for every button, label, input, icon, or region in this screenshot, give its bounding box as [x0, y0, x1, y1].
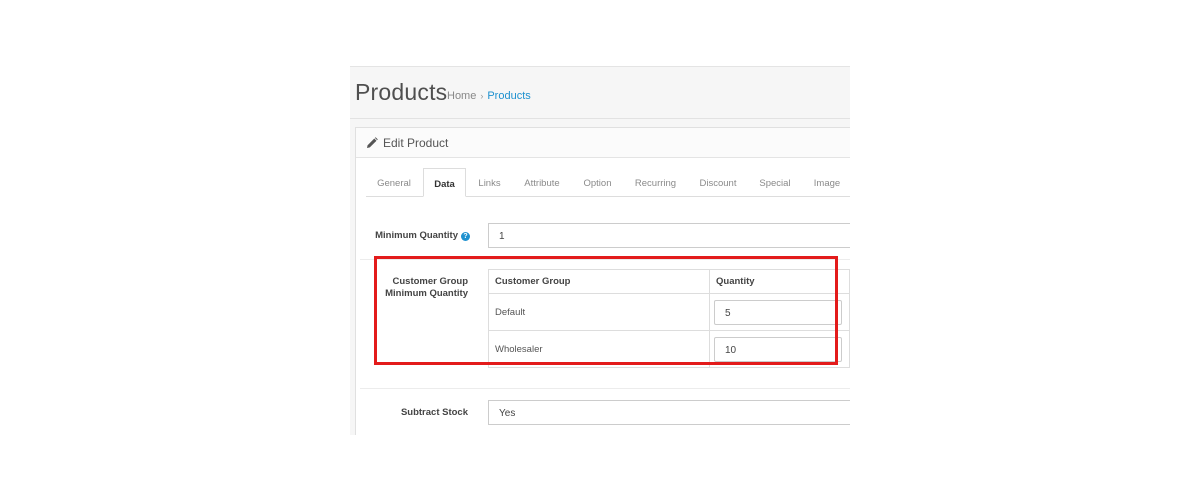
tab-discount[interactable]: Discount [688, 168, 748, 197]
tab-recurring[interactable]: Recurring [624, 168, 687, 197]
minimum-quantity-input[interactable]: 1 [488, 223, 850, 248]
tab-image[interactable]: Image [802, 168, 850, 197]
product-tabs: General Data Links Attribute Option Recu… [366, 168, 850, 197]
tab-data[interactable]: Data [423, 168, 466, 197]
opencart-admin-screenshot: Products Home › Products Edit Product Gene… [350, 66, 850, 435]
tab-links[interactable]: Links [467, 168, 512, 197]
breadcrumb-separator-icon: › [480, 91, 484, 101]
tab-option[interactable]: Option [572, 168, 623, 197]
subtract-stock-select[interactable]: Yes [488, 400, 850, 425]
breadcrumb-home-link[interactable]: Home [447, 90, 476, 102]
minimum-quantity-label: Minimum Quantity? [350, 230, 470, 241]
tab-special[interactable]: Special [749, 168, 801, 197]
highlight-box [374, 256, 838, 365]
page-header: Products Home › Products [350, 67, 850, 119]
minimum-quantity-label-text: Minimum Quantity [375, 230, 458, 241]
subtract-stock-label: Subtract Stock [400, 407, 468, 418]
breadcrumb-products-link[interactable]: Products [487, 90, 530, 102]
breadcrumb: Home › Products [447, 90, 531, 102]
form-divider [360, 388, 850, 389]
pencil-icon [367, 137, 378, 148]
tab-general[interactable]: General [366, 168, 422, 197]
panel-heading: Edit Product [356, 128, 850, 158]
help-icon[interactable]: ? [461, 232, 470, 241]
page-title: Products [355, 79, 448, 105]
tab-attribute[interactable]: Attribute [513, 168, 571, 197]
panel-title: Edit Product [383, 136, 449, 150]
